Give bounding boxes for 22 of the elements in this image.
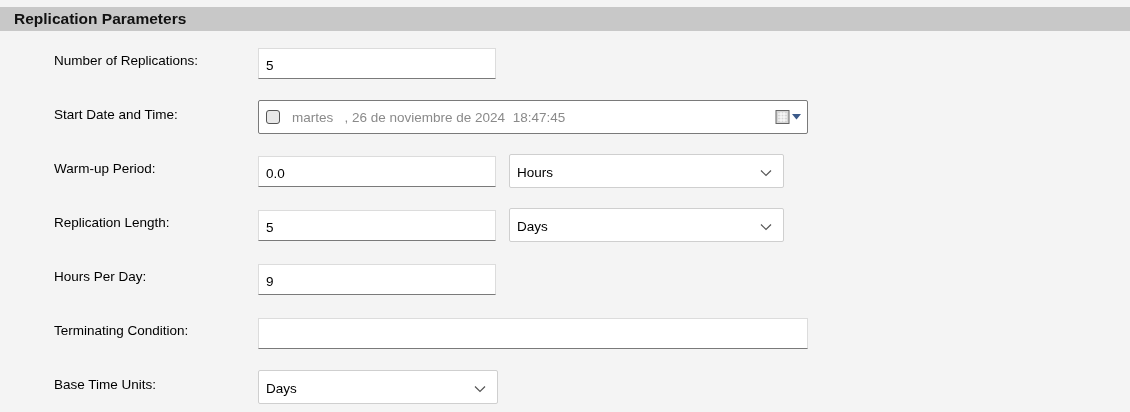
field-label: Replication Length: xyxy=(54,214,171,230)
calendar-dropdown-icon[interactable] xyxy=(775,109,801,125)
checkbox[interactable] xyxy=(266,110,280,124)
section-header: Replication Parameters xyxy=(0,7,1130,31)
chevron-down-icon xyxy=(474,384,486,393)
input-field[interactable]: 0.0 xyxy=(258,155,496,187)
chevron-down-icon xyxy=(760,222,772,231)
input-field[interactable]: 5 xyxy=(258,47,496,79)
input-field[interactable]: 9 xyxy=(258,263,496,295)
dropdown[interactable]: Days xyxy=(258,370,498,404)
field-label: Base Time Units: xyxy=(54,376,158,392)
field-label: Hours Per Day: xyxy=(54,268,148,284)
chevron-down-icon xyxy=(760,168,772,177)
field-label: Number of Replications: xyxy=(54,52,200,68)
field-label: Start Date and Time: xyxy=(54,106,179,122)
field-label: Terminating Condition: xyxy=(54,322,190,338)
field-label: Warm-up Period: xyxy=(54,160,157,176)
input-field[interactable]: 5 xyxy=(258,209,496,241)
date-time-picker[interactable]: martes , 26 de noviembre de 2024 18:47:45 xyxy=(258,100,808,134)
dropdown[interactable]: Hours xyxy=(509,154,784,188)
dropdown[interactable]: Days xyxy=(509,208,784,242)
input-field[interactable] xyxy=(258,317,808,349)
